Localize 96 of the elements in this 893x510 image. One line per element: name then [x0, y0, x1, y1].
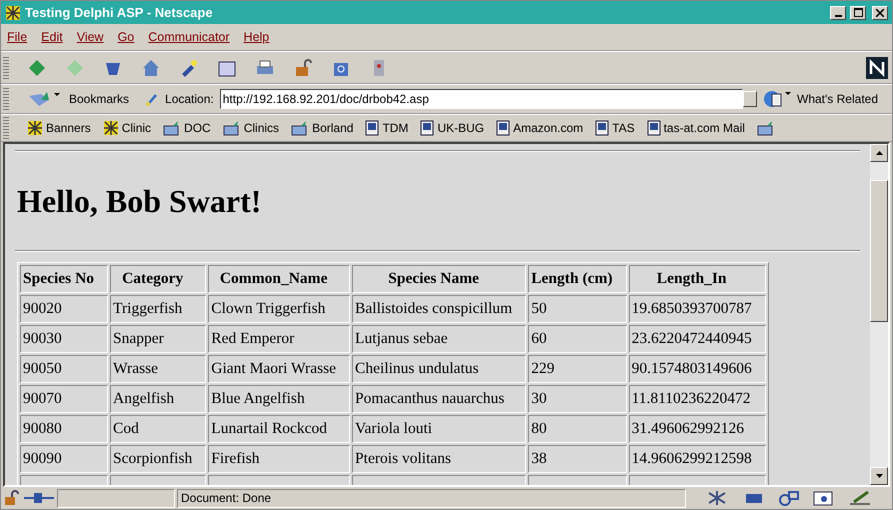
netscape-icon [27, 120, 43, 136]
table-cell: 31.496062992126 [628, 415, 766, 443]
table-cell: Scorpionfish [110, 445, 206, 473]
table-cell: 229 [528, 355, 627, 383]
table-cell: 90080 [20, 415, 108, 443]
bookmark-link[interactable]: Amazon.com [513, 121, 584, 135]
table-cell: Ballistoides conspicillum [352, 295, 526, 323]
scroll-down-button[interactable] [870, 467, 888, 485]
table-cell: 50 [528, 295, 627, 323]
table-cell: Wrasse [110, 355, 206, 383]
scroll-up-button[interactable] [870, 144, 888, 162]
folder-icon [222, 120, 241, 136]
padlock-icon[interactable] [3, 490, 21, 506]
window-title: Testing Delphi ASP - Netscape [25, 5, 214, 20]
url-dropdown-button[interactable] [743, 91, 757, 107]
bookmark-link[interactable]: DOC [184, 121, 211, 135]
table-cell: 90020 [20, 295, 108, 323]
table-cell: Cheilinus undulatus [352, 355, 526, 383]
bookmark-link[interactable]: Banners [46, 121, 91, 135]
menu-item[interactable]: Help [244, 30, 270, 44]
table-cell: 90090 [20, 445, 108, 473]
close-icon [876, 8, 884, 16]
table-cell: Clown Triggerfish [208, 295, 350, 323]
padlock-icon[interactable] [293, 58, 313, 78]
netscape-logo-icon[interactable] [866, 56, 888, 78]
page-icon [496, 120, 510, 136]
table-cell: 30 [528, 385, 627, 413]
minimize-button[interactable] [830, 6, 846, 20]
table-cell: 23.6220472440945 [628, 325, 766, 353]
column-header: Common_Name [208, 265, 350, 293]
table-cell: Pterois volitans [352, 445, 526, 473]
navigator-icon[interactable] [706, 490, 728, 506]
table-cell: Blue Angelfish [208, 385, 350, 413]
table-cell: Lunartail Rockcod [208, 415, 350, 443]
table-cell: Triggerfish [110, 295, 206, 323]
page-icon [595, 120, 610, 136]
scrollbar-thumb[interactable] [870, 180, 888, 322]
table-cell: 38 [528, 445, 627, 473]
page-icon [365, 120, 380, 136]
column-header: Length_In [628, 265, 766, 293]
page-icon [646, 120, 661, 136]
menu-item[interactable]: Go [118, 30, 134, 44]
table-cell: 60 [528, 325, 627, 353]
minimize-icon [834, 14, 842, 16]
page-heading: Hello, Bob Swart! [17, 182, 262, 220]
maximize-icon [854, 8, 862, 17]
bookmark-link[interactable]: TDM [382, 121, 408, 135]
whats-related-button[interactable]: What's Related [797, 92, 878, 106]
page-icon [420, 120, 434, 136]
menu-item[interactable]: Communicator [148, 30, 230, 44]
table-cell: 90030 [20, 325, 108, 353]
location-pen-icon [143, 91, 160, 107]
close-button[interactable] [872, 6, 888, 20]
maximize-button[interactable] [850, 6, 866, 20]
netscape-icon [5, 4, 21, 20]
table-cell: Angelfish [110, 385, 206, 413]
menu-item[interactable]: View [76, 30, 104, 44]
bookmark-link[interactable]: UK-BUG [437, 121, 484, 135]
menu-item[interactable]: Edit [41, 30, 63, 44]
table-cell: Cod [110, 415, 206, 443]
status-text: Document: Done [181, 491, 272, 505]
column-header: Category [110, 265, 206, 293]
table-cell: 90070 [20, 385, 108, 413]
bookmark-link[interactable]: Borland [312, 121, 354, 135]
table-cell: Variola louti [352, 415, 526, 443]
home-icon[interactable] [141, 58, 161, 78]
table-cell: 90050 [20, 355, 108, 383]
location-label: Location: [165, 92, 214, 106]
down-arrow-icon [876, 474, 882, 478]
folder-icon [163, 120, 182, 136]
table-cell: 11.8110236220472 [628, 385, 766, 413]
table-cell: 90.1574803149606 [628, 355, 766, 383]
folder-icon [291, 120, 310, 136]
table-cell: Giant Maori Wrasse [208, 355, 350, 383]
column-header: Species Name [352, 265, 526, 293]
table-cell: Firefish [208, 445, 350, 473]
table-cell: Pomacanthus nauarchus [352, 385, 526, 413]
bookmark-link[interactable]: TAS [612, 121, 635, 135]
bookmark-link[interactable]: Clinic [122, 121, 152, 135]
bookmark-link[interactable]: Clinics [244, 121, 280, 135]
globe-page-icon[interactable] [763, 90, 791, 108]
table-cell: 14.9606299212598 [628, 445, 766, 473]
table-cell: Lutjanus sebae [352, 325, 526, 353]
url-field[interactable]: http://192.168.92.201/doc/drbob42.asp [220, 89, 743, 109]
table-cell: 19.6850393700787 [628, 295, 766, 323]
column-header: Length (cm) [528, 265, 627, 293]
table-cell: 80 [528, 415, 627, 443]
up-arrow-icon [876, 151, 882, 155]
bookmarks-button[interactable]: Bookmarks [69, 92, 130, 106]
bookmark-link[interactable]: tas-at.com Mail [664, 121, 745, 135]
menu-item[interactable]: File [7, 30, 28, 44]
table-cell: Snapper [110, 325, 206, 353]
column-header: Species No [20, 265, 108, 293]
table-cell: Red Emperor [208, 325, 350, 353]
netscape-icon [102, 120, 119, 136]
folder-icon [756, 120, 775, 136]
